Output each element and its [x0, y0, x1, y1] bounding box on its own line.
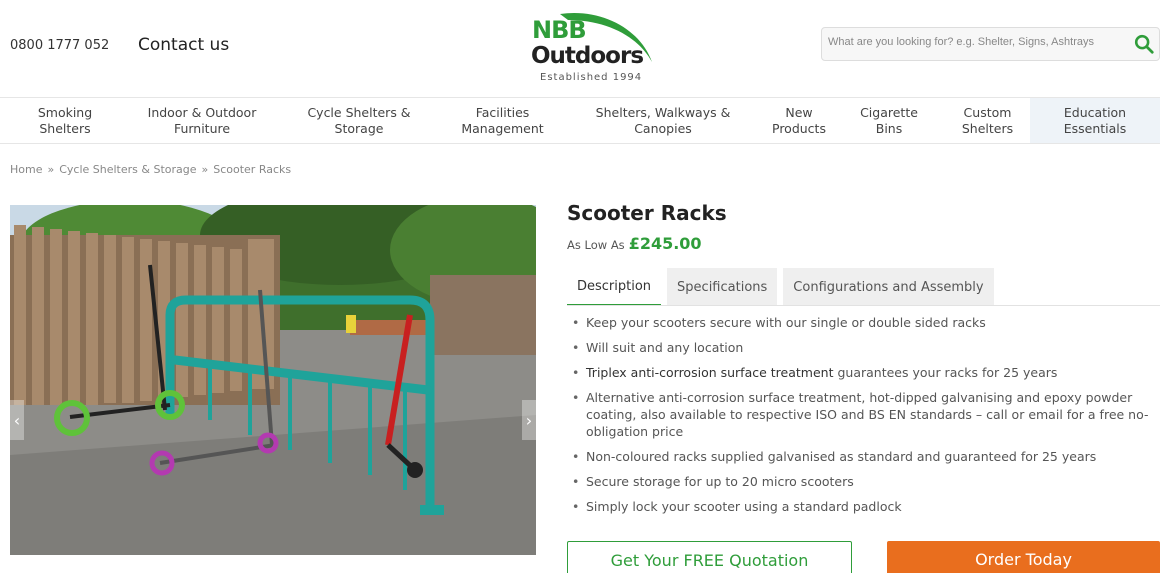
site-logo[interactable]: NBB Outdoors Established 1994	[520, 10, 660, 88]
nav-item-furniture[interactable]: Indoor & Outdoor Furniture	[130, 98, 274, 143]
main-nav: Smoking Shelters Indoor & Outdoor Furnit…	[0, 97, 1160, 144]
tabs-divider	[567, 305, 1160, 306]
nav-item-label: Custom Shelters	[961, 104, 1014, 136]
breadcrumb-separator: »	[201, 163, 209, 176]
contact-link[interactable]: Contact us	[138, 35, 229, 55]
search-input[interactable]	[828, 36, 1118, 48]
breadcrumb-current: Scooter Racks	[213, 163, 292, 176]
nav-item-smoking-shelters[interactable]: Smoking Shelters	[0, 98, 130, 143]
list-item-text: guarantees your racks for 25 years	[833, 365, 1058, 380]
list-item: Triplex anti-corrosion surface treatment…	[572, 364, 1160, 381]
product-image-gallery: ‹ ›	[10, 205, 536, 555]
list-item: Keep your scooters secure with our singl…	[572, 314, 1160, 331]
nav-item-walkways[interactable]: Shelters, Walkways & Canopies	[561, 98, 765, 143]
nav-item-education[interactable]: Education Essentials	[1030, 98, 1160, 143]
tab-description[interactable]: Description	[567, 268, 662, 306]
phone-number[interactable]: 0800 1777 052	[10, 38, 109, 53]
nav-item-label: Indoor & Outdoor Furniture	[147, 104, 257, 136]
nav-item-label: Cigarette Bins	[860, 104, 918, 136]
breadcrumb-separator: »	[47, 163, 55, 176]
nav-item-cigarette-bins[interactable]: Cigarette Bins	[833, 98, 945, 143]
breadcrumb: Home » Cycle Shelters & Storage » Scooter Ra…	[10, 163, 291, 176]
list-item: Alternative anti-corrosion surface treat…	[572, 389, 1160, 440]
list-item-text: Will suit and any location	[586, 340, 744, 355]
logo-outdoors-text: Outdoors	[531, 43, 644, 69]
list-item: Non-coloured racks supplied galvanised a…	[572, 448, 1160, 465]
nav-item-new-products[interactable]: New Products	[765, 98, 833, 143]
search-box	[821, 27, 1160, 61]
search-icon[interactable]	[1133, 33, 1155, 55]
order-button[interactable]: Order Today	[887, 541, 1160, 573]
list-item: Secure storage for up to 20 micro scoote…	[572, 473, 1160, 490]
list-item-text: Non-coloured racks supplied galvanised a…	[586, 449, 1097, 464]
nav-item-custom-shelters[interactable]: Custom Shelters	[945, 98, 1030, 143]
nav-item-label: Cycle Shelters & Storage	[307, 104, 411, 136]
quote-button[interactable]: Get Your FREE Quotation	[567, 541, 852, 573]
tab-specifications[interactable]: Specifications	[667, 268, 778, 306]
list-item-text: Simply lock your scooter using a standar…	[586, 499, 902, 514]
tab-configurations[interactable]: Configurations and Assembly	[783, 268, 994, 306]
price-line: As Low As £245.00	[567, 234, 702, 253]
product-photo	[10, 205, 536, 555]
list-item-text: Alternative anti-corrosion surface treat…	[586, 390, 1149, 439]
nav-item-label: Education Essentials	[1063, 104, 1127, 136]
list-item-text: Secure storage for up to 20 micro scoote…	[586, 474, 854, 489]
breadcrumb-category[interactable]: Cycle Shelters & Storage	[59, 163, 196, 176]
product-title: Scooter Racks	[567, 201, 727, 225]
list-item: Simply lock your scooter using a standar…	[572, 498, 1160, 515]
list-item: Will suit and any location	[572, 339, 1160, 356]
nav-item-label: Shelters, Walkways & Canopies	[595, 104, 731, 136]
price-prefix: As Low As	[567, 238, 625, 252]
product-price: £245.00	[628, 234, 702, 253]
logo-nbb-text: NBB	[532, 16, 587, 44]
gallery-next-arrow[interactable]: ›	[522, 400, 536, 440]
list-item-text: Keep your scooters secure with our singl…	[586, 315, 986, 330]
logo-tagline: Established 1994	[540, 72, 643, 83]
nav-item-facilities[interactable]: Facilities Management	[444, 98, 561, 143]
list-item-highlight: Triplex anti-corrosion surface treatment	[586, 365, 834, 380]
site-header: 0800 1777 052 Contact us NBB Outdoors Es…	[0, 0, 1160, 95]
description-list: Keep your scooters secure with our singl…	[572, 314, 1160, 523]
product-tabs: Description Specifications Configuration…	[567, 268, 1000, 306]
gallery-prev-arrow[interactable]: ‹	[10, 400, 24, 440]
nav-item-label: New Products	[772, 104, 826, 136]
nav-item-label: Facilities Management	[461, 104, 544, 136]
breadcrumb-home[interactable]: Home	[10, 163, 42, 176]
nav-item-cycle-shelters[interactable]: Cycle Shelters & Storage	[274, 98, 444, 143]
nav-item-label: Smoking Shelters	[37, 104, 93, 136]
